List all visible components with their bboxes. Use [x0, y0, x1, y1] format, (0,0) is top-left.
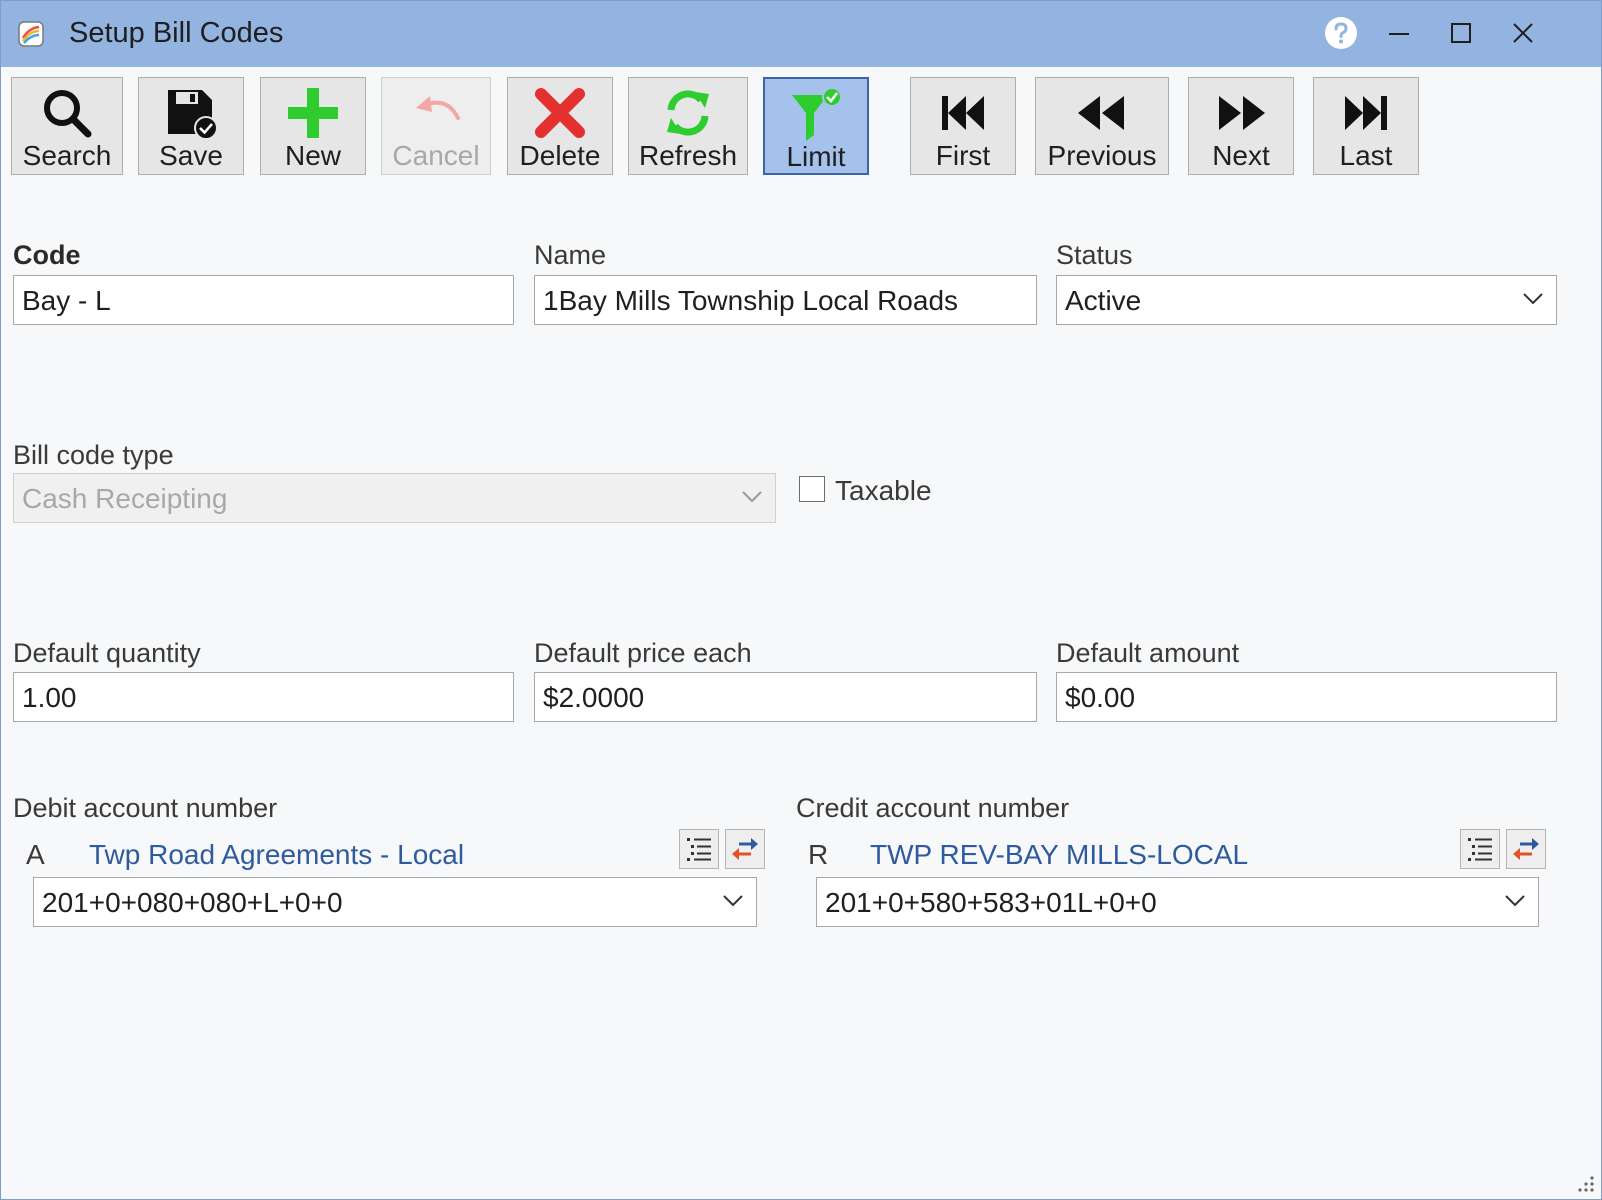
window-title: Setup Bill Codes — [69, 17, 284, 49]
credit-account-value: 201+0+580+583+01L+0+0 — [825, 887, 1157, 918]
search-button-label: Search — [22, 140, 112, 171]
limit-button-label: Limit — [786, 141, 846, 172]
status-select[interactable]: Active — [1056, 275, 1557, 325]
name-input[interactable]: 1Bay Mills Township Local Roads — [534, 275, 1037, 325]
taxable-label[interactable]: Taxable — [835, 475, 932, 507]
default-price-each-label: Default price each — [534, 638, 752, 668]
delete-button[interactable]: Delete — [507, 77, 613, 175]
chevron-down-icon — [723, 895, 743, 907]
filter-check-icon — [792, 87, 842, 141]
debit-account-swap-button[interactable] — [725, 829, 765, 869]
swap-arrows-icon — [1513, 838, 1539, 860]
default-amount-input[interactable]: $0.00 — [1056, 672, 1557, 722]
last-button-label: Last — [1339, 140, 1393, 171]
status-label: Status — [1056, 240, 1133, 270]
app-icon — [18, 21, 44, 47]
first-record-icon — [942, 96, 984, 130]
new-button[interactable]: New — [260, 77, 366, 175]
previous-button-label: Previous — [1047, 140, 1157, 171]
plus-icon — [288, 88, 338, 138]
limit-button[interactable]: Limit — [763, 77, 869, 175]
cancel-button-label: Cancel — [392, 140, 480, 171]
maximize-icon[interactable] — [1443, 15, 1479, 51]
debit-account-value: 201+0+080+080+L+0+0 — [42, 887, 343, 918]
bill-code-type-value: Cash Receipting — [22, 483, 228, 514]
debit-account-prefix: A — [26, 839, 45, 870]
close-icon[interactable] — [1505, 15, 1541, 51]
delete-button-label: Delete — [519, 140, 601, 171]
credit-account-prefix: R — [808, 839, 829, 870]
refresh-button[interactable]: Refresh — [628, 77, 748, 175]
next-record-icon — [1219, 96, 1265, 130]
next-button[interactable]: Next — [1188, 77, 1294, 175]
cancel-button[interactable]: Cancel — [381, 77, 491, 175]
default-quantity-input[interactable]: 1.00 — [13, 672, 514, 722]
new-button-label: New — [284, 140, 341, 171]
refresh-icon — [667, 90, 709, 136]
debit-account-label: Debit account number — [13, 793, 278, 823]
help-icon[interactable] — [1323, 15, 1359, 51]
bill-code-type-select[interactable]: Cash Receipting — [13, 473, 776, 523]
credit-account-lookup-button[interactable] — [1460, 829, 1500, 869]
credit-account-swap-button[interactable] — [1506, 829, 1546, 869]
taxable-checkbox[interactable] — [799, 476, 825, 502]
undo-icon — [416, 96, 460, 120]
default-quantity-label: Default quantity — [13, 638, 201, 668]
last-button[interactable]: Last — [1313, 77, 1419, 175]
credit-account-label: Credit account number — [796, 793, 1070, 823]
first-button-label: First — [935, 140, 991, 171]
code-input[interactable]: Bay - L — [13, 275, 514, 325]
setup-bill-codes-window: Setup Bill Codes Search Save New Cancel … — [0, 0, 1602, 1200]
next-button-label: Next — [1212, 140, 1270, 171]
title-bar: Setup Bill Codes — [1, 1, 1601, 67]
last-record-icon — [1345, 96, 1387, 130]
list-tree-icon — [687, 838, 711, 861]
credit-account-select[interactable]: 201+0+580+583+01L+0+0 — [816, 877, 1539, 927]
chevron-down-icon — [1523, 293, 1543, 305]
code-label: Code — [13, 240, 81, 270]
default-price-each-input[interactable]: $2.0000 — [534, 672, 1037, 722]
save-icon — [168, 90, 218, 140]
default-amount-label: Default amount — [1056, 638, 1240, 668]
credit-account-description: TWP REV-BAY MILLS-LOCAL — [870, 839, 1249, 870]
name-label: Name — [534, 240, 607, 270]
chevron-down-icon — [742, 491, 762, 503]
refresh-button-label: Refresh — [638, 140, 738, 171]
debit-account-select[interactable]: 201+0+080+080+L+0+0 — [33, 877, 757, 927]
bill-code-type-label: Bill code type — [13, 440, 174, 470]
previous-record-icon — [1078, 96, 1124, 130]
save-button-label: Save — [159, 140, 223, 171]
list-tree-icon — [1468, 838, 1492, 861]
search-icon — [44, 90, 92, 138]
status-value: Active — [1065, 285, 1142, 316]
first-button[interactable]: First — [910, 77, 1016, 175]
resize-grip-icon[interactable] — [1573, 1171, 1595, 1193]
delete-x-icon — [535, 88, 585, 138]
minimize-icon[interactable] — [1381, 15, 1417, 51]
chevron-down-icon — [1505, 895, 1525, 907]
swap-arrows-icon — [732, 838, 758, 860]
debit-account-lookup-button[interactable] — [679, 829, 719, 869]
search-button[interactable]: Search — [11, 77, 123, 175]
debit-account-description: Twp Road Agreements - Local — [89, 839, 465, 870]
save-button[interactable]: Save — [138, 77, 244, 175]
previous-button[interactable]: Previous — [1035, 77, 1169, 175]
